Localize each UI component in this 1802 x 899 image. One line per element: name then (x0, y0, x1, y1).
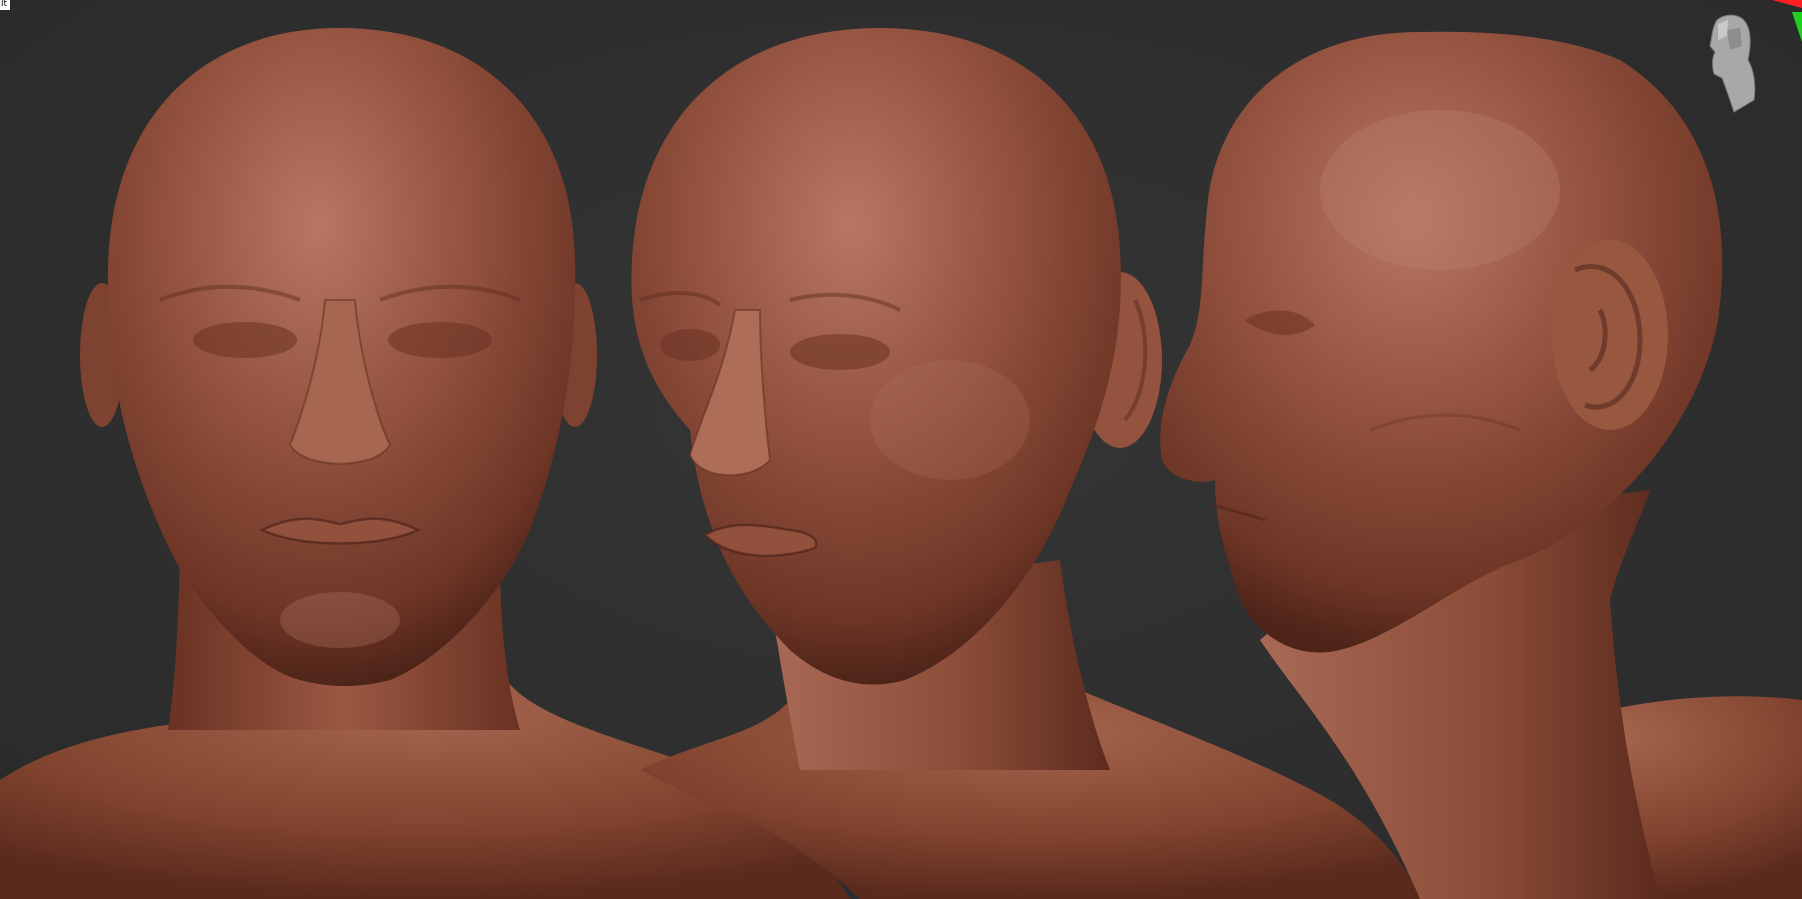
sculpt-canvas[interactable] (0, 0, 1802, 899)
profile-temple-highlight (1320, 110, 1560, 270)
orientation-navigator[interactable] (1682, 0, 1802, 130)
front-eye-left (193, 322, 297, 358)
front-eye-right (388, 322, 492, 358)
axis-x-indicator (1772, 0, 1802, 8)
tq-cheek-highlight (870, 360, 1030, 480)
front-chin (280, 592, 400, 648)
axis-y-indicator (1792, 12, 1802, 42)
sculpt-viewport[interactable]: lt (0, 0, 1802, 899)
tq-eye-left (660, 329, 720, 361)
tq-eye-right (790, 334, 890, 370)
head-navigator-icon[interactable] (1709, 14, 1756, 113)
